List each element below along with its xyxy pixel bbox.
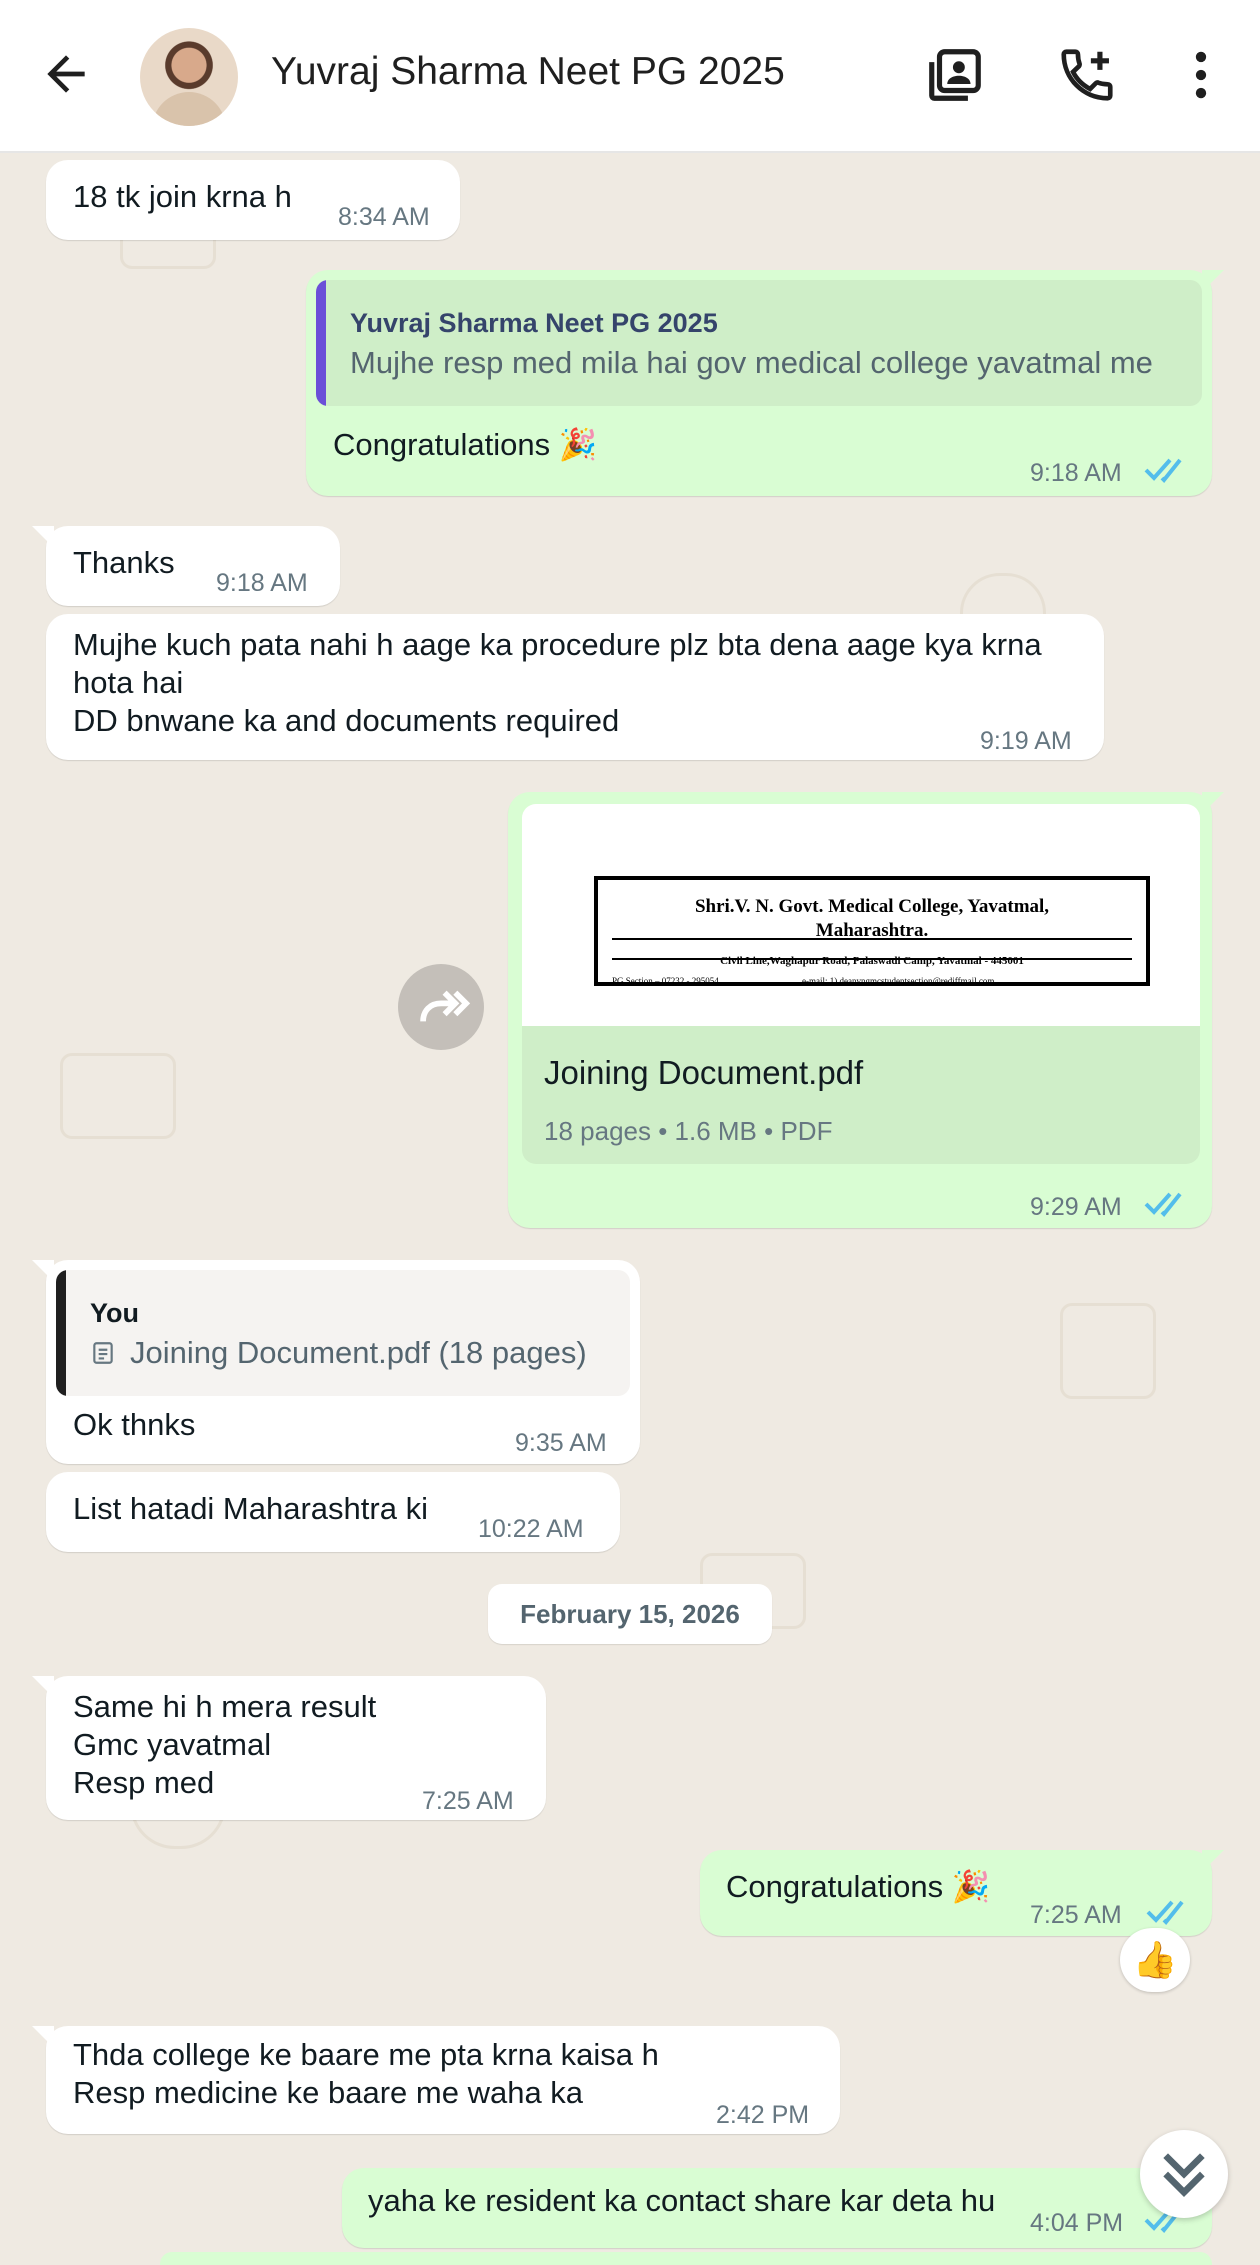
quote-author: Yuvraj Sharma Neet PG 2025 <box>350 308 718 338</box>
bubble-tail <box>32 2026 54 2048</box>
add-call-icon[interactable] <box>1056 44 1118 106</box>
letterhead-phone: PG Section – 07232 - 295054 <box>612 976 719 986</box>
quoted-message[interactable]: You Joining Document.pdf (18 pages) <box>56 1270 630 1396</box>
quote-text: Joining Document.pdf (18 pages) <box>130 1335 587 1370</box>
message-time: 10:22 AM <box>478 1515 584 1543</box>
contact-card-icon[interactable] <box>924 44 986 106</box>
incoming-message[interactable]: 18 tk join krna h 8:34 AM <box>46 160 460 240</box>
more-vert-icon[interactable] <box>1170 44 1232 106</box>
document-meta: 18 pages • 1.6 MB • PDF <box>544 1116 833 1146</box>
incoming-message[interactable]: Mujhe kuch pata nahi h aage ka procedure… <box>46 614 1104 760</box>
message-time: 2:42 PM <box>716 2101 810 2129</box>
quoted-message[interactable]: Yuvraj Sharma Neet PG 2025 Mujhe resp me… <box>316 280 1202 406</box>
read-ticks-icon <box>1146 1900 1184 1925</box>
bubble-tail <box>32 526 54 548</box>
bubble-tail <box>1202 270 1224 292</box>
forward-button[interactable] <box>398 964 484 1050</box>
message-time: 4:04 PM <box>1030 2209 1124 2237</box>
wallpaper-doodle <box>60 1053 176 1139</box>
message-time: 9:18 AM <box>216 569 308 597</box>
message-text: Congratulations 🎉 <box>726 1869 991 1904</box>
date-separator: February 15, 2026 <box>488 1584 772 1644</box>
double-chevron-down-icon <box>1163 2153 1205 2198</box>
read-ticks-icon <box>1144 1192 1182 1217</box>
wallpaper-doodle <box>1060 1303 1156 1399</box>
incoming-message[interactable]: List hatadi Maharashtra ki 10:22 AM <box>46 1472 620 1552</box>
message-time: 7:25 AM <box>1030 1901 1122 1929</box>
bubble-tail <box>32 1676 54 1698</box>
document-info[interactable]: Joining Document.pdf 18 pages • 1.6 MB •… <box>522 1026 1200 1164</box>
quote-bar <box>56 1270 66 1396</box>
avatar[interactable] <box>140 28 238 126</box>
message-time: 7:25 AM <box>422 1787 514 1815</box>
contact-name[interactable]: Yuvraj Sharma Neet PG 2025 <box>271 50 785 94</box>
outgoing-document-message[interactable]: Shri.V. N. Govt. Medical College, Yavatm… <box>508 792 1224 1228</box>
reaction-badge[interactable]: 👍 <box>1120 1928 1190 1992</box>
forward-icon <box>420 990 471 1022</box>
divider <box>612 958 1132 960</box>
message-time: 9:35 AM <box>515 1429 607 1457</box>
document-name: Joining Document.pdf <box>544 1054 864 1091</box>
outgoing-message-partial <box>160 2252 1212 2265</box>
message-text: Same hi h mera result Gmc yavatmal Resp … <box>73 1689 377 1800</box>
letterhead-email: e-mail: 1) deanvngmcstudentsection@redif… <box>802 976 997 986</box>
message-time: 8:34 AM <box>338 203 430 231</box>
message-text: List hatadi Maharashtra ki <box>73 1491 428 1526</box>
quote-text: Mujhe resp med mila hai gov medical coll… <box>350 345 1153 380</box>
message-text: Thanks <box>73 545 175 580</box>
quote-author: You <box>90 1298 139 1328</box>
message-time: 9:29 AM <box>1030 1193 1122 1221</box>
message-text: Ok thnks <box>73 1407 196 1442</box>
incoming-message[interactable]: Thanks 9:18 AM <box>32 526 340 606</box>
incoming-message[interactable]: Thda college ke baare me pta krna kaisa … <box>32 2026 840 2134</box>
message-text: yaha ke resident ka contact share kar de… <box>368 2183 996 2218</box>
outgoing-message[interactable]: Yuvraj Sharma Neet PG 2025 Mujhe resp me… <box>306 270 1224 496</box>
bubble-tail <box>1202 1850 1224 1872</box>
outgoing-message[interactable]: Congratulations 🎉 7:25 AM <box>700 1850 1224 1936</box>
chat-header: Yuvraj Sharma Neet PG 2025 <box>0 0 1260 153</box>
letterhead: Shri.V. N. Govt. Medical College, Yavatm… <box>594 876 1150 986</box>
document-icon <box>93 1342 113 1364</box>
outgoing-message[interactable]: yaha ke resident ka contact share kar de… <box>342 2168 1224 2248</box>
message-text: Mujhe kuch pata nahi h aage ka procedure… <box>73 627 1042 738</box>
scroll-to-bottom-button[interactable] <box>1140 2130 1228 2218</box>
quote-bar <box>316 280 326 406</box>
message-text: Congratulations 🎉 <box>333 427 598 462</box>
message-time: 9:18 AM <box>1030 459 1122 487</box>
bubble-tail <box>1202 792 1224 814</box>
incoming-message[interactable]: Same hi h mera result Gmc yavatmal Resp … <box>32 1676 546 1820</box>
message-text: Thda college ke baare me pta krna kaisa … <box>73 2037 659 2110</box>
bubble-tail <box>32 1260 54 1282</box>
document-preview[interactable]: Shri.V. N. Govt. Medical College, Yavatm… <box>522 804 1200 1026</box>
divider <box>612 938 1132 940</box>
message-time: 9:19 AM <box>980 727 1072 755</box>
back-arrow-icon[interactable] <box>38 46 94 102</box>
incoming-message[interactable]: You Joining Document.pdf (18 pages) Ok t… <box>32 1260 640 1464</box>
read-ticks-icon <box>1144 458 1182 483</box>
message-text: 18 tk join krna h <box>73 179 292 214</box>
